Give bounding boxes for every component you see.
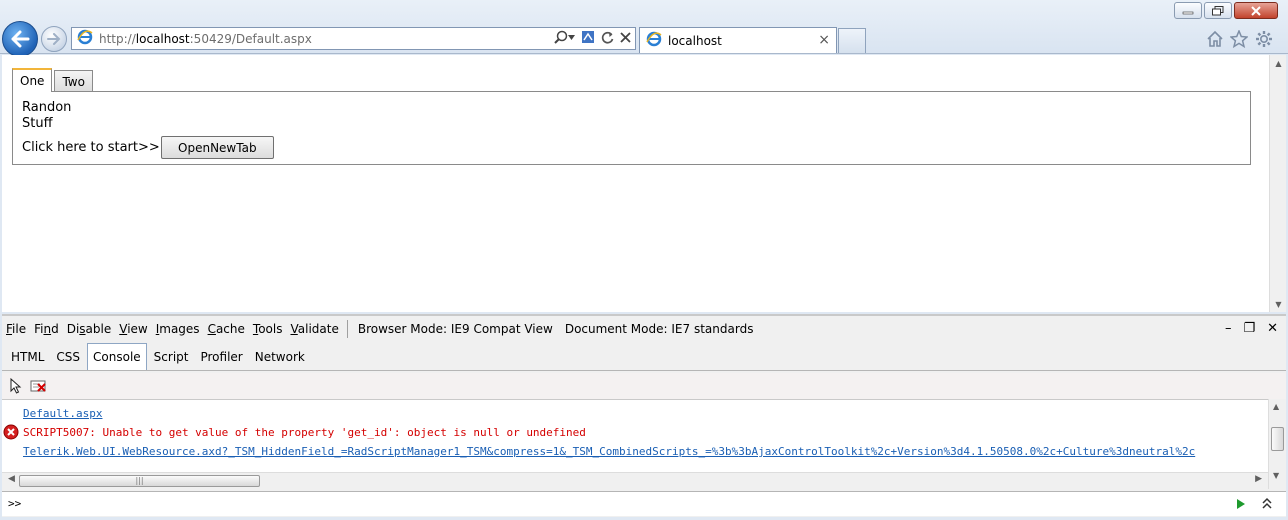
clear-console-icon[interactable]: [30, 379, 48, 393]
page-content: One Two Randon Stuff Click here to start…: [2, 55, 1286, 312]
menu-disable[interactable]: Disable: [67, 322, 112, 336]
tab-panel: Randon Stuff Click here to start>> OpenN…: [12, 91, 1251, 165]
address-tools: [548, 30, 631, 44]
start-label: Click here to start>>: [22, 139, 160, 155]
favorites-star-icon[interactable]: [1229, 29, 1249, 51]
refresh-icon[interactable]: [601, 31, 614, 44]
browser-mode-label: Browser Mode:: [357, 322, 448, 336]
tab-one[interactable]: One: [12, 68, 53, 92]
console-prompt: >>: [8, 497, 22, 510]
browser-mode-value: IE9 Compat View: [450, 322, 553, 336]
tab-two[interactable]: Two: [54, 70, 93, 92]
menu-images[interactable]: Images: [156, 322, 200, 336]
document-mode-value: IE7 standards: [671, 322, 754, 336]
gear-icon[interactable]: [1255, 30, 1273, 51]
tab-profiler[interactable]: Profiler: [195, 343, 247, 370]
content-line-2: Stuff: [22, 116, 53, 131]
forward-button[interactable]: [41, 26, 67, 52]
restore-button[interactable]: [1204, 2, 1232, 19]
ie-page-icon: [646, 31, 662, 50]
scroll-right-icon[interactable]: ▶: [1255, 474, 1262, 484]
open-new-tab-button[interactable]: OpenNewTab: [160, 136, 274, 159]
menu-validate[interactable]: Validate: [290, 322, 338, 336]
scroll-left-icon[interactable]: ◀: [8, 474, 15, 484]
horizontal-scroll-thumb[interactable]: |||: [19, 475, 260, 487]
menu-find[interactable]: Find: [34, 322, 59, 336]
menu-view[interactable]: View: [119, 322, 147, 336]
menu-cache[interactable]: Cache: [208, 322, 245, 336]
home-icon[interactable]: [1206, 30, 1224, 51]
compat-view-icon[interactable]: [581, 30, 595, 44]
page-tabstrip: One Two: [12, 68, 95, 92]
devtools-menubar: File Find Disable View Images Cache Tool…: [2, 316, 1286, 342]
address-bar[interactable]: http://localhost:50429/Default.aspx: [71, 27, 636, 50]
devtools-window-controls: – ❐ ✕: [1213, 321, 1278, 336]
expand-console-icon[interactable]: [1262, 497, 1272, 512]
scroll-up-icon[interactable]: ▲: [1273, 402, 1279, 411]
console-vertical-scrollbar[interactable]: ▲ ▼: [1268, 399, 1286, 489]
restore-icon: [1212, 5, 1224, 15]
console-toolbar: [2, 373, 1286, 399]
scroll-down-icon[interactable]: ▼: [1270, 296, 1287, 312]
back-button[interactable]: [2, 21, 38, 57]
devtools-minimize-icon[interactable]: –: [1225, 321, 1232, 336]
document-mode-label: Document Mode:: [564, 322, 668, 336]
browser-tab-localhost[interactable]: localhost ×: [639, 27, 837, 53]
devtools-close-icon[interactable]: ✕: [1267, 321, 1278, 336]
tab-network[interactable]: Network: [250, 343, 310, 370]
scroll-up-icon[interactable]: ▲: [1270, 55, 1287, 71]
arrow-right-icon: [47, 33, 61, 45]
console-log: Default.aspx SCRIPT5007: Unable to get v…: [2, 399, 1268, 472]
vertical-scroll-thumb[interactable]: [1271, 427, 1284, 451]
log-error-message: SCRIPT5007: Unable to get value of the p…: [23, 426, 586, 439]
devtools-tabs: HTML CSS Console Script Profiler Network: [2, 343, 1286, 371]
browser-mode-menu[interactable]: Browser Mode: IE9 Compat View: [358, 322, 553, 336]
close-icon: [1251, 5, 1261, 16]
arrow-left-icon: [11, 30, 30, 48]
tab-css[interactable]: CSS: [51, 343, 85, 370]
address-host: localhost: [135, 31, 190, 46]
browser-tab-title: localhost: [668, 33, 722, 48]
document-mode-menu[interactable]: Document Mode: IE7 standards: [565, 322, 754, 336]
minimize-icon: [1182, 11, 1194, 14]
run-script-icon[interactable]: [1236, 498, 1246, 513]
select-element-icon[interactable]: [9, 378, 23, 394]
menu-separator: [346, 320, 348, 338]
tab-script[interactable]: Script: [149, 343, 194, 370]
tab-console[interactable]: Console: [87, 343, 147, 370]
developer-tools: File Find Disable View Images Cache Tool…: [2, 314, 1286, 517]
chevron-down-icon: [568, 34, 575, 40]
window-controls: [1172, 2, 1278, 19]
tab-close-icon[interactable]: ×: [818, 32, 830, 48]
content-line-1: Randon: [22, 100, 72, 115]
tab-html[interactable]: HTML: [6, 343, 49, 370]
address-path: :50429/Default.aspx: [189, 31, 312, 46]
minimize-button[interactable]: [1174, 2, 1202, 19]
log-source-link-1[interactable]: Default.aspx: [23, 407, 102, 420]
address-text[interactable]: http://localhost:50429/Default.aspx: [99, 32, 312, 46]
console-input[interactable]: >>: [2, 491, 1286, 516]
log-source-link-2[interactable]: Telerik.Web.UI.WebResource.axd?_TSM_Hidd…: [23, 445, 1195, 458]
console-horizontal-scrollbar[interactable]: ◀ ||| ▶: [2, 472, 1268, 489]
stop-icon[interactable]: [620, 31, 631, 43]
address-scheme: http://: [99, 31, 136, 46]
search-icon[interactable]: [554, 30, 575, 44]
devtools-unpin-icon[interactable]: ❐: [1243, 321, 1255, 336]
error-icon: [3, 424, 19, 443]
page-scrollbar[interactable]: ▲ ▼: [1269, 55, 1286, 312]
new-tab-button[interactable]: [838, 28, 866, 53]
browser-chrome: http://localhost:50429/Default.aspx loca…: [0, 0, 1288, 57]
menu-file[interactable]: File: [6, 322, 26, 336]
panel-content: Randon Stuff Click here to start>> OpenN…: [22, 100, 274, 159]
ie-logo-icon: [77, 29, 93, 48]
start-row: Click here to start>> OpenNewTab: [22, 136, 274, 159]
menu-tools[interactable]: Tools: [253, 322, 283, 336]
close-window-button[interactable]: [1234, 2, 1278, 19]
scroll-down-icon[interactable]: ▼: [1273, 471, 1279, 480]
